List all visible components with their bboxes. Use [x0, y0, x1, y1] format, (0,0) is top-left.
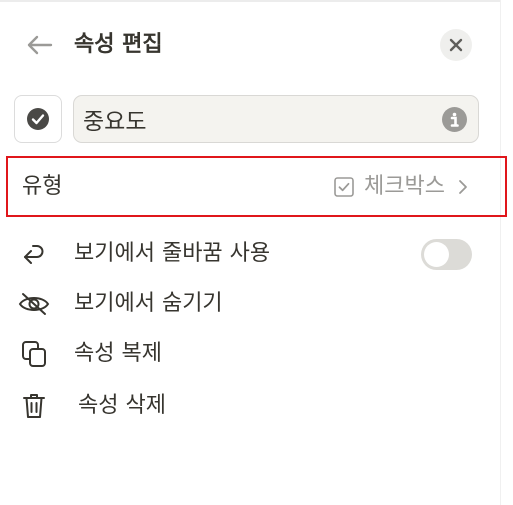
info-glyph	[450, 112, 459, 127]
type-label: 유형	[22, 174, 63, 199]
type-value: 체크박스	[364, 174, 445, 199]
property-name-field[interactable]	[73, 95, 479, 143]
page-title: 속성 편집	[74, 32, 163, 57]
duplicate-property-label: 속성 복제	[74, 341, 162, 366]
duplicate-property-item[interactable]: 속성 복제	[14, 332, 484, 376]
delete-property-label: 속성 삭제	[78, 393, 166, 418]
property-edit-panel: 속성 편집 유형 체크박스	[0, 0, 513, 505]
top-divider	[0, 0, 500, 2]
trash-icon	[14, 391, 54, 421]
info-icon[interactable]	[442, 107, 467, 132]
wrap-in-view-label: 보기에서 줄바꿈 사용	[74, 241, 271, 266]
checkbox-icon	[334, 177, 354, 197]
eye-off-icon	[14, 289, 54, 319]
wrap-in-view-item[interactable]: 보기에서 줄바꿈 사용	[14, 232, 484, 276]
chevron-right-icon	[459, 180, 467, 194]
hide-in-view-item[interactable]: 보기에서 숨기기	[14, 282, 484, 326]
panel-edge	[500, 0, 501, 505]
duplicate-icon	[14, 339, 54, 369]
toggle-knob	[424, 242, 449, 267]
close-icon	[449, 38, 463, 52]
wrap-toggle[interactable]	[421, 239, 472, 270]
hide-in-view-label: 보기에서 숨기기	[74, 291, 223, 316]
delete-property-item[interactable]: 속성 삭제	[14, 384, 484, 428]
property-type-row[interactable]: 유형 체크박스	[6, 156, 507, 217]
check-circle-icon	[27, 108, 49, 130]
type-value-group: 체크박스	[334, 173, 471, 201]
property-name-input[interactable]	[83, 96, 433, 142]
back-button[interactable]	[22, 28, 56, 62]
property-icon-button[interactable]	[14, 95, 62, 143]
return-arrow-icon	[14, 239, 54, 269]
close-button[interactable]	[440, 29, 472, 61]
arrow-left-icon	[27, 35, 53, 55]
